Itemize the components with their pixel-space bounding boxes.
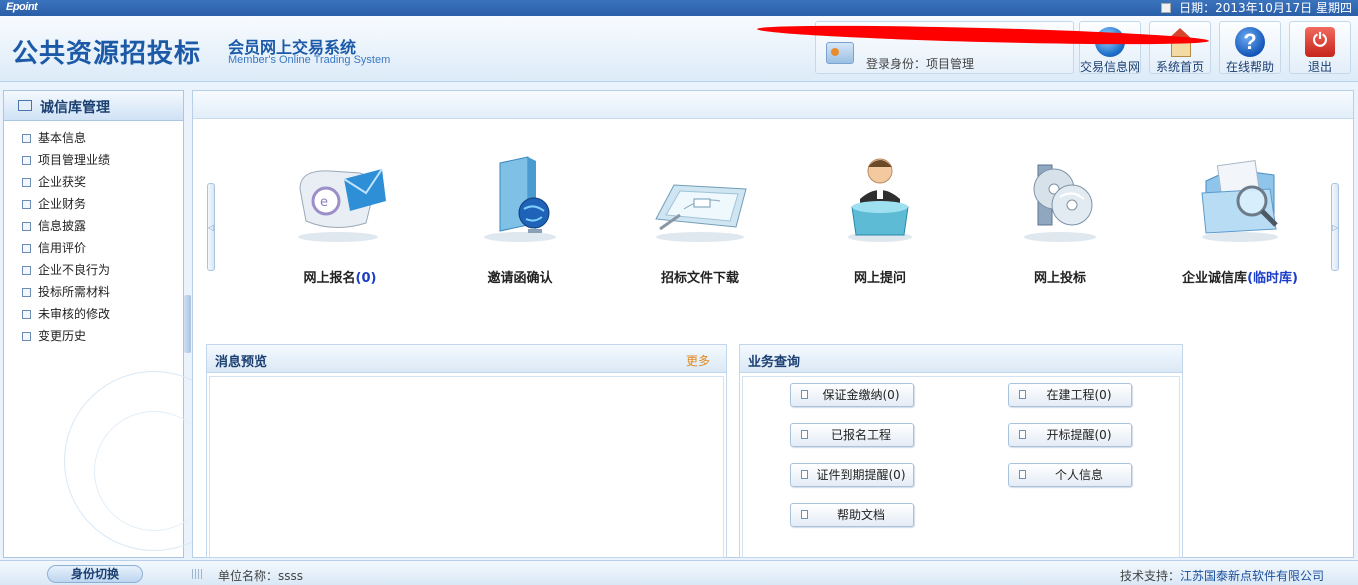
logout-button[interactable]: ⏻ 退出 <box>1289 21 1351 74</box>
button-label: 保证金缴纳(0) <box>822 388 900 402</box>
document-icon <box>1019 390 1026 399</box>
tile-invitation-confirm[interactable]: 邀请函确认 <box>445 149 595 289</box>
more-link[interactable]: 更多 <box>686 352 710 369</box>
tile-online-registration[interactable]: e 网上报名(0) <box>265 149 415 289</box>
support-company: 江苏国泰新点软件有限公司 <box>1179 569 1324 583</box>
logout-label: 退出 <box>1307 60 1332 74</box>
tile-online-bidding[interactable]: 网上投标 <box>985 149 1135 289</box>
tile-count: (临时库) <box>1247 271 1298 286</box>
tile-label: 邀请函确认 <box>487 271 553 286</box>
epoint-logo: Epoint <box>6 1 38 13</box>
tile-tender-download[interactable]: 招标文件下载 <box>625 149 775 289</box>
svg-text:e: e <box>320 195 328 210</box>
mail-icon: e <box>290 149 390 245</box>
top-strip: Epoint 日期：2013年10月17日 星期四 <box>0 0 1358 16</box>
unit-name: 单位名称：ssss <box>218 569 304 583</box>
sidebar-item-credit-rating[interactable]: 信用评价 <box>4 237 183 259</box>
sidebar: 诚信库管理 基本信息 项目管理业绩 企业获奖 企业财务 信息披露 信用评价 企业… <box>3 90 244 558</box>
list-panel-icon <box>18 100 32 111</box>
button-label: 证件到期提醒(0) <box>816 468 906 482</box>
system-subtitle-english: Member's Online Trading System <box>228 54 391 66</box>
user-card-icon <box>826 42 854 64</box>
system-title: 公共资源招投标 <box>12 39 202 69</box>
carousel-prev-button[interactable]: ◁ <box>207 183 215 271</box>
technical-support: 技术支持：江苏国泰新点软件有限公司 <box>1120 567 1324 584</box>
button-label: 在建工程(0) <box>1046 388 1112 402</box>
folder-search-icon <box>1190 149 1290 245</box>
sidebar-item-disclosure[interactable]: 信息披露 <box>4 215 183 237</box>
button-label: 开标提醒(0) <box>1046 428 1112 442</box>
identity-switch-button[interactable]: 身份切换 <box>47 565 143 583</box>
help-docs-button[interactable]: 帮助文档 <box>790 503 914 527</box>
business-query-panel: 业务查询 保证金缴纳(0) 在建工程(0) 已报名工程 开标提醒(0) 证件到期… <box>739 344 1183 558</box>
bid-opening-reminder-button[interactable]: 开标提醒(0) <box>1008 423 1132 447</box>
business-query-title: 业务查询 <box>748 355 801 370</box>
sidebar-menu: 基本信息 项目管理业绩 企业获奖 企业财务 信息披露 信用评价 企业不良行为 投… <box>4 121 183 347</box>
personal-info-button[interactable]: 个人信息 <box>1008 463 1132 487</box>
disc-icon <box>1010 149 1110 245</box>
login-identity: 登录身份：项目管理 <box>866 57 975 71</box>
document-icon <box>1019 430 1026 439</box>
trading-info-button[interactable]: 交易信息网 <box>1079 21 1141 74</box>
document-icon <box>801 470 808 479</box>
calendar-icon <box>1161 3 1172 13</box>
support-prefix: 技术支持： <box>1119 569 1180 583</box>
business-query-header: 业务查询 <box>740 345 1182 373</box>
message-preview-panel: 消息预览 更多 <box>206 344 727 558</box>
power-icon: ⏻ <box>1305 27 1335 57</box>
button-label: 已报名工程 <box>830 428 891 442</box>
tile-enterprise-credit[interactable]: 企业诚信库(临时库) <box>1165 149 1315 289</box>
breadcrumb-bar <box>193 91 1353 119</box>
system-home-label: 系统首页 <box>1155 60 1204 74</box>
tile-label: 招标文件下载 <box>660 271 739 286</box>
carousel-next-button[interactable]: ▷ <box>1331 183 1339 271</box>
document-icon <box>1019 470 1026 479</box>
tile-online-question[interactable]: 网上提问 <box>805 149 955 289</box>
document-icon <box>801 390 808 399</box>
sidebar-item-basic-info[interactable]: 基本信息 <box>4 127 183 149</box>
tile-label: 企业诚信库 <box>1182 271 1248 286</box>
registered-projects-button[interactable]: 已报名工程 <box>790 423 914 447</box>
grip-icon <box>192 569 204 579</box>
globe-book-icon <box>470 149 570 245</box>
document-tray-icon <box>650 149 750 245</box>
trading-info-label: 交易信息网 <box>1080 60 1141 74</box>
header: 公共资源招投标 会员网上交易系统 Member's Online Trading… <box>0 16 1358 82</box>
online-help-button[interactable]: ? 在线帮助 <box>1219 21 1281 74</box>
tile-label: 网上报名 <box>303 271 356 286</box>
sidebar-item-bid-materials[interactable]: 投标所需材料 <box>4 281 183 303</box>
button-label: 个人信息 <box>1054 468 1103 482</box>
message-list-area <box>209 376 724 557</box>
sidebar-item-awards[interactable]: 企业获奖 <box>4 171 183 193</box>
sidebar-item-misconduct[interactable]: 企业不良行为 <box>4 259 183 281</box>
document-icon <box>801 510 808 519</box>
system-home-button[interactable]: 系统首页 <box>1149 21 1211 74</box>
footer: 身份切换 单位名称：ssss 技术支持：江苏国泰新点软件有限公司 <box>0 560 1358 585</box>
date-display: 日期：2013年10月17日 星期四 <box>1161 0 1352 16</box>
certificate-expiry-reminder-button[interactable]: 证件到期提醒(0) <box>790 463 914 487</box>
sidebar-splitter-handle[interactable] <box>184 295 191 353</box>
button-label: 帮助文档 <box>836 508 885 522</box>
projects-in-progress-button[interactable]: 在建工程(0) <box>1008 383 1132 407</box>
help-icon: ? <box>1235 27 1265 57</box>
tile-label: 网上提问 <box>853 271 906 286</box>
date-text: 日期：2013年10月17日 星期四 <box>1179 1 1352 15</box>
deposit-payment-button[interactable]: 保证金缴纳(0) <box>790 383 914 407</box>
support-agent-icon <box>830 149 930 245</box>
sidebar-item-finance[interactable]: 企业财务 <box>4 193 183 215</box>
tile-count: (0) <box>355 271 377 286</box>
message-preview-title: 消息预览 <box>215 355 268 370</box>
sidebar-item-pending-changes[interactable]: 未审核的修改 <box>4 303 183 325</box>
tile-label: 网上投标 <box>1033 271 1086 286</box>
sidebar-item-change-history[interactable]: 变更历史 <box>4 325 183 347</box>
document-icon <box>801 430 808 439</box>
sidebar-item-project-performance[interactable]: 项目管理业绩 <box>4 149 183 171</box>
sidebar-header: 诚信库管理 <box>4 91 183 121</box>
online-help-label: 在线帮助 <box>1225 60 1274 74</box>
sidebar-title: 诚信库管理 <box>40 100 110 116</box>
message-preview-header: 消息预览 更多 <box>207 345 726 373</box>
